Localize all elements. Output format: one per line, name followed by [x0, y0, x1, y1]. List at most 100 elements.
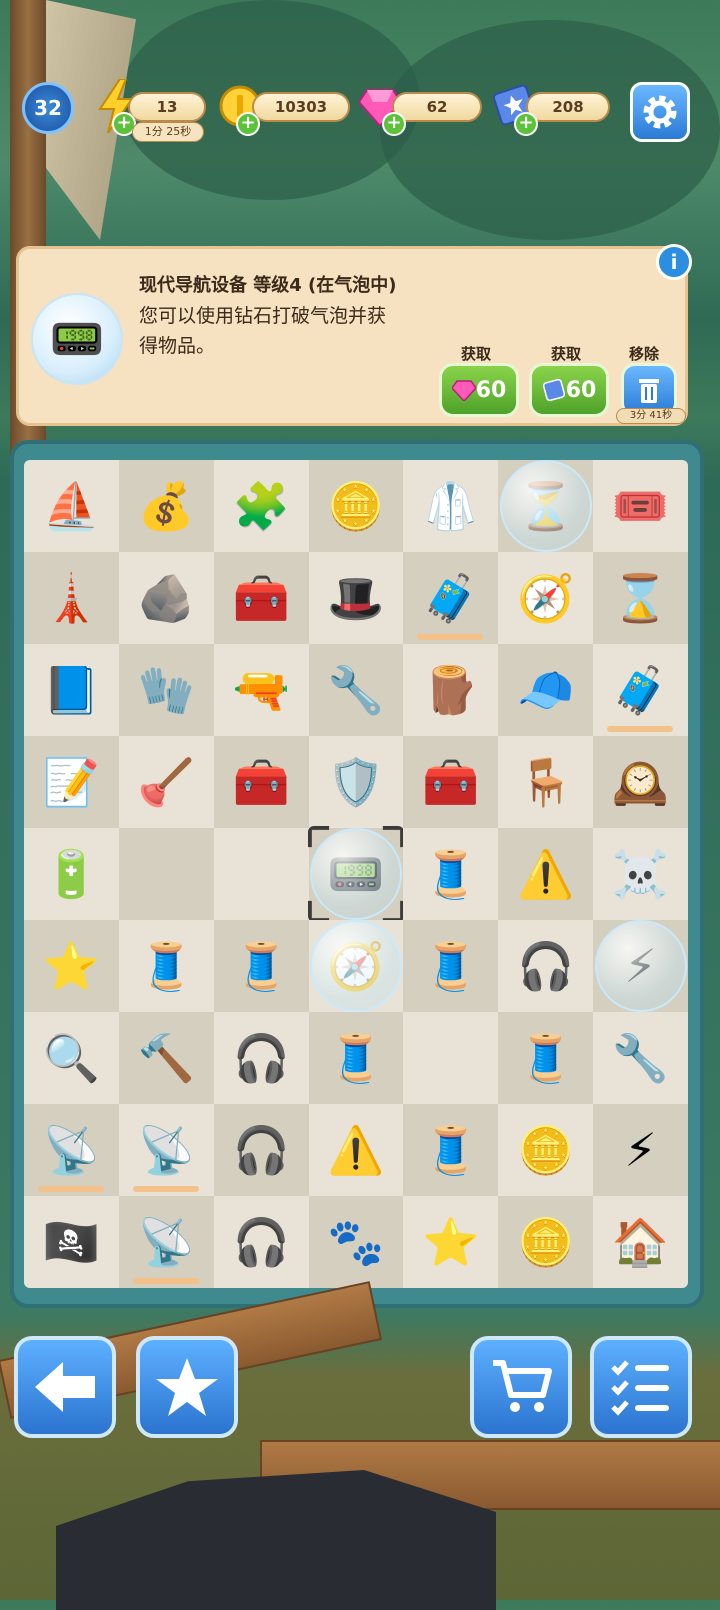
- earphones-icon: 🎧: [232, 1123, 290, 1177]
- board-cell[interactable]: 🎩: [308, 552, 404, 644]
- settings-button[interactable]: [630, 82, 690, 142]
- board-cell[interactable]: 🔍: [24, 1012, 119, 1104]
- pirate-camp-icon: 🏴‍☠️: [42, 1215, 101, 1269]
- merge-board: ⛵ 💰 🧩 🪙 🥼 ⏳ 🎟️ 🗼 🪨 🧰 🎩 🧳 🧭 ⌛ 📘 🧤 🔫 🔧 🪵 🧢 🧳 📝 🪠 🧰 🛡️ 🧰 🪑 🕰️ 🔋 📟 🧵 ⚠️ ☠️ ⭐ 🧵…: [24, 460, 688, 1288]
- board-cell[interactable]: [213, 828, 309, 920]
- board-cell[interactable]: 📡: [118, 1196, 214, 1288]
- puzzle-piece-icon: 🧩: [232, 479, 290, 533]
- earphones-icon: 🎧: [232, 1215, 290, 1269]
- info-button[interactable]: i: [656, 244, 692, 280]
- board-cell[interactable]: 🔨: [118, 1012, 214, 1104]
- board-cell[interactable]: 🎧: [213, 1104, 309, 1196]
- board-cell[interactable]: 📡: [24, 1104, 119, 1196]
- add-gems-button[interactable]: +: [382, 112, 406, 136]
- board-cell[interactable]: 🧰: [213, 736, 309, 828]
- board-cell[interactable]: 🎧: [498, 920, 594, 1012]
- arrow-left-icon: [35, 1362, 95, 1412]
- board-cell[interactable]: 🕰️: [593, 736, 688, 828]
- board-cell[interactable]: 🧵: [403, 828, 499, 920]
- board-cell[interactable]: 🪙: [498, 1196, 594, 1288]
- board-cell[interactable]: 📝: [24, 736, 119, 828]
- board-cell[interactable]: 🪙: [498, 1104, 594, 1196]
- cable-coil-icon: 🧵: [517, 1031, 575, 1085]
- metal-detector-icon: 📡: [137, 1123, 195, 1177]
- board-cell[interactable]: ⚡: [593, 920, 688, 1012]
- rock-icon: 🪨: [137, 571, 195, 625]
- board-cell[interactable]: 🧵: [403, 1104, 499, 1196]
- trash-icon: [639, 379, 659, 403]
- board-cell[interactable]: 🧵: [403, 920, 499, 1012]
- board-cell[interactable]: 📘: [24, 644, 119, 736]
- board-cell[interactable]: 🪙: [308, 460, 404, 552]
- board-cell[interactable]: 🪨: [118, 552, 214, 644]
- ticket-icon: 🎟️: [611, 479, 670, 533]
- board-cell[interactable]: [403, 1012, 499, 1104]
- buy-with-gems-button[interactable]: 60: [439, 363, 519, 417]
- board-cell[interactable]: 🧵: [118, 920, 214, 1012]
- board-cell[interactable]: 🪠: [118, 736, 214, 828]
- cable-coil-icon: 🧵: [422, 939, 480, 993]
- board-cell[interactable]: ⚠️: [498, 828, 594, 920]
- board-cell[interactable]: 🎧: [213, 1012, 309, 1104]
- board-cell[interactable]: 🧰: [403, 736, 499, 828]
- board-cell[interactable]: 🧵: [498, 1012, 594, 1104]
- board-cell[interactable]: 🧤: [118, 644, 214, 736]
- board-cell[interactable]: 🔫: [213, 644, 309, 736]
- buy-with-tickets-button[interactable]: 60: [529, 363, 609, 417]
- board-cell[interactable]: ⏳: [498, 460, 594, 552]
- board-cell[interactable]: 🔧: [308, 644, 404, 736]
- tasks-button[interactable]: [590, 1336, 692, 1438]
- board-cell[interactable]: 🧳: [403, 552, 499, 644]
- board-cell[interactable]: 🎟️: [593, 460, 688, 552]
- board-cell[interactable]: ⛵: [24, 460, 119, 552]
- board-cell[interactable]: 🎧: [213, 1196, 309, 1288]
- board-cell[interactable]: 🧭: [498, 552, 594, 644]
- add-coins-button[interactable]: +: [236, 112, 260, 136]
- board-cell[interactable]: 🪵: [403, 644, 499, 736]
- player-level-badge[interactable]: 32: [22, 82, 74, 134]
- board-cell[interactable]: [118, 828, 214, 920]
- board-cell[interactable]: 🧵: [213, 920, 309, 1012]
- board-cell[interactable]: 🏠: [593, 1196, 688, 1288]
- board-cell[interactable]: 📡: [118, 1104, 214, 1196]
- board-cell[interactable]: ☠️: [593, 828, 688, 920]
- board-cell[interactable]: 💰: [118, 460, 214, 552]
- checklist-note-icon: 📝: [42, 755, 101, 809]
- board-cell[interactable]: 🧭: [308, 920, 404, 1012]
- lighthouse-icon: 🗼: [42, 571, 101, 625]
- metal-detector-icon: 📡: [137, 1215, 195, 1269]
- board-cell[interactable]: 🧩: [213, 460, 309, 552]
- board-cell[interactable]: ⌛: [593, 552, 688, 644]
- coin-pile-icon: 🪙: [517, 1215, 575, 1269]
- ticket-icon: [542, 378, 565, 402]
- metal-detector-icon: 🔍: [42, 1031, 101, 1085]
- pirate-coat-icon: 🥼: [422, 479, 480, 533]
- board-cell[interactable]: ⭐: [24, 920, 119, 1012]
- shop-button[interactable]: [470, 1336, 572, 1438]
- star-icon: ⭐: [422, 1215, 480, 1269]
- board-cell[interactable]: 🪑: [498, 736, 594, 828]
- board-cell[interactable]: 🧰: [213, 552, 309, 644]
- coin-pile-icon: 🪙: [517, 1123, 575, 1177]
- checklist-icon: [611, 1360, 669, 1416]
- favorites-button[interactable]: [136, 1336, 238, 1438]
- board-cell[interactable]: 🥼: [403, 460, 499, 552]
- board-cell[interactable]: 🏴‍☠️: [24, 1196, 119, 1288]
- add-tickets-button[interactable]: +: [514, 112, 538, 136]
- board-cell[interactable]: 🔧: [593, 1012, 688, 1104]
- buy-with-gems-label: 获取: [461, 345, 492, 363]
- board-cell[interactable]: 🧵: [308, 1012, 404, 1104]
- board-cell[interactable]: 🛡️: [308, 736, 404, 828]
- board-cell[interactable]: 🗼: [24, 552, 119, 644]
- pipe-icon: 🔧: [327, 663, 385, 717]
- board-cell[interactable]: ⭐: [403, 1196, 499, 1288]
- board-cell[interactable]: 🧢: [498, 644, 594, 736]
- board-cell[interactable]: ⚠️: [308, 1104, 404, 1196]
- board-cell[interactable]: 📟: [307, 826, 404, 922]
- board-cell[interactable]: 🐾: [308, 1196, 404, 1288]
- back-button[interactable]: [14, 1336, 116, 1438]
- energy-timer: 1分 25秒: [132, 122, 204, 142]
- board-cell[interactable]: ⚡: [593, 1104, 688, 1196]
- board-cell[interactable]: 🔋: [24, 828, 119, 920]
- board-cell[interactable]: 🧳: [593, 644, 688, 736]
